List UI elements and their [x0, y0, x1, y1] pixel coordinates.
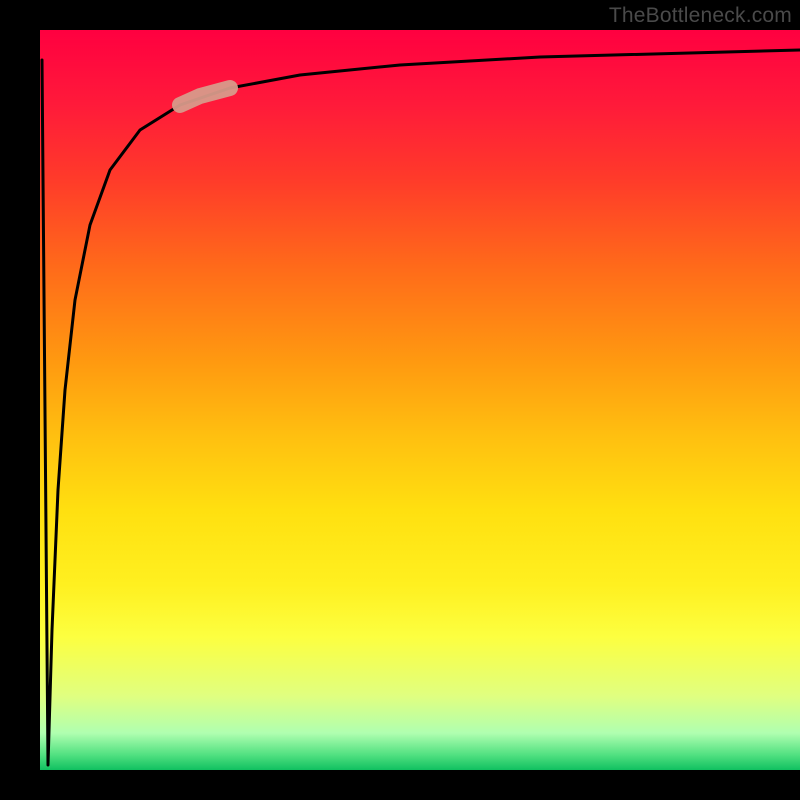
watermark-text: TheBottleneck.com [609, 4, 792, 28]
curve-svg [40, 30, 800, 770]
bottleneck-curve-path [42, 50, 800, 765]
highlight-segment-path [180, 88, 230, 105]
plot-area [40, 30, 800, 770]
chart-container: TheBottleneck.com [0, 0, 800, 800]
